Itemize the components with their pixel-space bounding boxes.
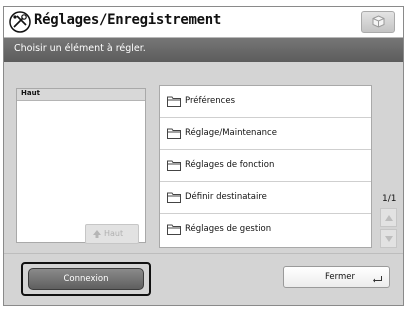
list-item-label: Préférences	[185, 96, 235, 106]
connexion-focus-frame: Connexion	[21, 262, 151, 296]
list-item-label: Définir destinataire	[185, 192, 267, 202]
instruction-bar: Choisir un élément à régler.	[4, 38, 403, 62]
folder-icon	[167, 160, 181, 171]
cube-icon	[372, 15, 385, 28]
page-title: Réglages/Enregistrement	[34, 12, 221, 28]
footer-bar: Connexion Fermer	[4, 253, 403, 305]
tree-header[interactable]: Haut	[17, 89, 145, 101]
main-area: Haut Haut Préférences Réglage/Maintenanc…	[4, 63, 403, 253]
list-item-preferences[interactable]: Préférences	[160, 86, 371, 118]
folder-icon	[167, 96, 181, 107]
instruction-text: Choisir un élément à régler.	[14, 43, 146, 54]
list-item-reglages-fonction[interactable]: Réglages de fonction	[160, 150, 371, 182]
tree-header-label: Haut	[21, 89, 40, 97]
list-item-reglages-gestion[interactable]: Réglages de gestion	[160, 214, 371, 246]
list-item-label: Réglages de gestion	[185, 224, 272, 234]
fermer-label: Fermer	[325, 272, 356, 282]
return-arrow-icon	[373, 276, 382, 283]
fermer-button[interactable]: Fermer	[283, 266, 390, 288]
scroll-down-button[interactable]	[380, 229, 397, 248]
up-arrow-icon	[93, 230, 101, 238]
triangle-up-icon	[385, 215, 393, 221]
list-item-definir-destinataire[interactable]: Définir destinataire	[160, 182, 371, 214]
page-indicator: 1/1	[382, 194, 397, 204]
title-bar: Réglages/Enregistrement	[4, 7, 403, 38]
connexion-label: Connexion	[63, 274, 109, 284]
up-level-button[interactable]: Haut	[85, 224, 139, 244]
settings-screen: Réglages/Enregistrement Choisir un éléme…	[3, 6, 404, 306]
list-item-label: Réglage/Maintenance	[185, 128, 277, 138]
list-item-label: Réglages de fonction	[185, 160, 275, 170]
folder-icon	[167, 224, 181, 235]
triangle-down-icon	[385, 236, 393, 242]
connexion-button[interactable]: Connexion	[28, 268, 144, 290]
cube-button[interactable]	[361, 11, 395, 33]
folder-icon	[167, 192, 181, 203]
scroll-up-button[interactable]	[380, 208, 397, 227]
settings-list: Préférences Réglage/Maintenance Réglages…	[159, 85, 372, 248]
settings-tools-icon	[9, 11, 31, 33]
folder-icon	[167, 128, 181, 139]
tree-panel: Haut Haut	[16, 88, 146, 244]
up-level-label: Haut	[104, 229, 124, 238]
list-item-reglage-maintenance[interactable]: Réglage/Maintenance	[160, 118, 371, 150]
